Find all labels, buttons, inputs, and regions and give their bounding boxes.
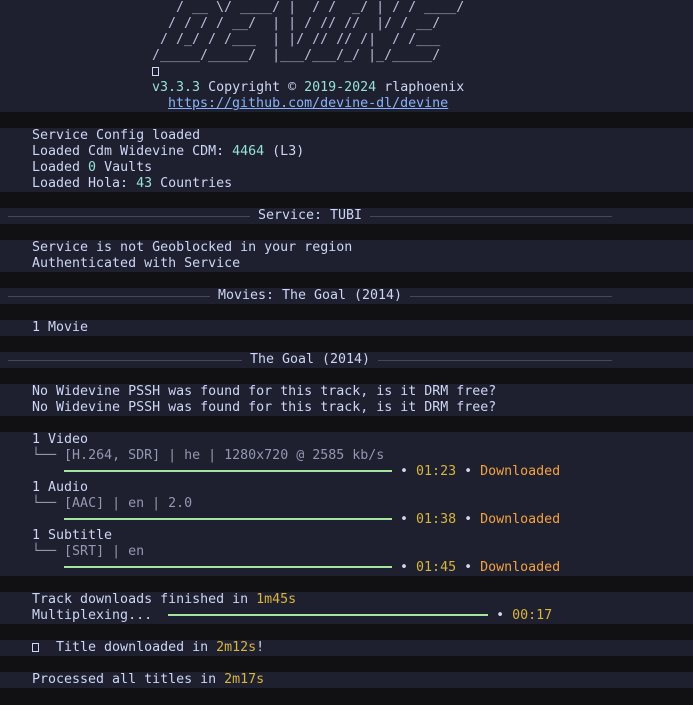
cdm-id: 4464 [232,144,265,159]
mux-label: Multiplexing... [32,608,153,623]
track-detail-text: [AAC] | en | 2.0 [64,496,193,511]
bullet: • [400,560,409,575]
movies-rule-title: Movies: The Goal (2014) [217,288,403,303]
track-detail: └── [SRT] | en [0,544,693,560]
mux-progress-bar [168,614,489,616]
banner-art-line: /_____/_____/ |___/___/_/ |_/_____/ [0,48,693,64]
terminal-output: / __ \/ ____/ | / / _/ | / / ____/ / / /… [0,0,693,704]
track-status: Downloaded [480,560,561,575]
track-detail-text: [H.264, SDR] | he | 1280x720 @ 2585 kb/s [64,448,385,463]
label: Countries [152,176,233,191]
title-rule: The Goal (2014) [0,352,620,368]
track-detail: └── [H.264, SDR] | he | 1280x720 @ 2585 … [0,448,693,464]
copyright: Copyright © [208,80,297,95]
version: v3.3.3 [152,80,201,95]
pssh-warning: No Widevine PSSH was found for this trac… [0,384,693,400]
author: rlaphoenix [384,80,465,95]
years: 2019-2024 [304,80,377,95]
track-progress: • 01:38 • Downloaded [0,512,693,528]
track-progress-bar [64,566,392,568]
hola-count: 43 [136,176,153,191]
vaults-line: Loaded 0 Vaults [0,160,693,176]
missing-glyph-box-icon [152,66,159,76]
track-heading: 1 Audio [0,480,693,496]
title-done-line: Title downloaded in 2m12s! [0,640,693,656]
pssh-warning: No Widevine PSSH was found for this trac… [0,400,693,416]
config-line: Service Config loaded [0,128,693,144]
tree-branch-icon: └── [32,448,57,463]
finish-line: Track downloads finished in 1m45s [0,592,693,608]
version-line: v3.3.3 Copyright © 2019-2024 rlaphoenix [0,80,693,96]
track-time: 01:38 [416,512,457,527]
track-progress: • 01:45 • Downloaded [0,560,693,576]
label: Loaded [32,160,89,175]
track-progress-bar [64,470,392,472]
mux-time: 00:17 [512,608,553,623]
track-heading: 1 Video [0,432,693,448]
label: Vaults [96,160,153,175]
hola-line: Loaded Hola: 43 Countries [0,176,693,192]
track-status: Downloaded [480,512,561,527]
label: Processed all titles in [32,672,225,687]
track-detail-text: [SRT] | en [64,544,145,559]
github-link[interactable]: https://github.com/devine-dl/devine [168,96,448,111]
service-rule: Service: TUBI [0,208,620,224]
banner-art-line: / / / / __/ | | / // // |/ / __/ [0,16,693,32]
track-progress: • 01:23 • Downloaded [0,464,693,480]
title-rule-title: The Goal (2014) [249,352,371,367]
cdm-level: (L3) [264,144,305,159]
finish-time: 1m45s [256,592,297,607]
banner-art-line: / /_/ / /___ | |/ // // /| / /___ [0,32,693,48]
bullet: • [464,560,473,575]
track-status: Downloaded [480,464,561,479]
movies-rule: Movies: The Goal (2014) [0,288,620,304]
mux-line: Multiplexing... • 00:17 [0,608,693,624]
label: Loaded Cdm Widevine CDM: [32,144,233,159]
processed-time: 2m17s [224,672,265,687]
vaults-count: 0 [88,160,97,175]
bullet: • [400,464,409,479]
service-rule-title: Service: TUBI [257,208,363,223]
processed-line: Processed all titles in 2m17s [0,672,693,688]
cdm-line: Loaded Cdm Widevine CDM: 4464 (L3) [0,144,693,160]
title-time: 2m12s [216,640,257,655]
tree-branch-icon: └── [32,544,57,559]
movie-count: 1 Movie [0,320,693,336]
missing-glyph-box-icon [32,642,39,652]
banner-art-line: / __ \/ ____/ | / / _/ | / / ____/ [0,0,693,16]
auth-status: Authenticated with Service [0,256,693,272]
bullet: • [496,608,505,623]
label: ! [256,640,265,655]
track-heading: 1 Subtitle [0,528,693,544]
geoblock-status: Service is not Geoblocked in your region [0,240,693,256]
label: Loaded Hola: [32,176,137,191]
track-detail: └── [AAC] | en | 2.0 [0,496,693,512]
bullet: • [400,512,409,527]
tree-branch-icon: └── [32,496,57,511]
bullet: • [464,464,473,479]
bullet: • [464,512,473,527]
track-time: 01:45 [416,560,457,575]
label: Title downloaded in [56,640,217,655]
label: Track downloads finished in [32,592,257,607]
track-time: 01:23 [416,464,457,479]
track-progress-bar [64,518,392,520]
